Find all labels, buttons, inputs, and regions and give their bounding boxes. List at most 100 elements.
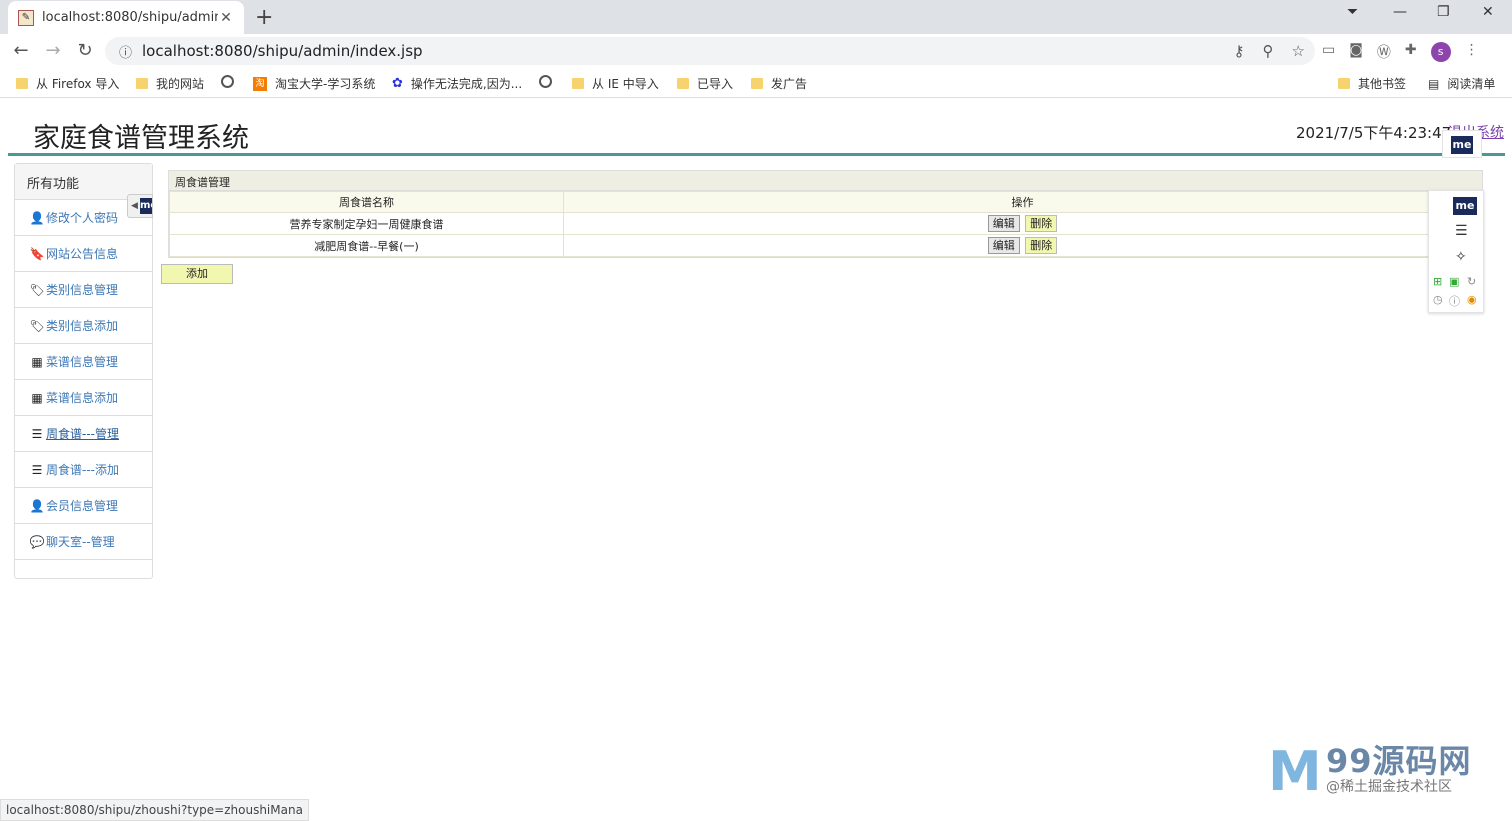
globe-icon <box>539 75 552 88</box>
clock-icon[interactable]: ◷ <box>1433 293 1443 306</box>
zoom-icon[interactable]: ⚲ <box>1263 42 1274 60</box>
bookmark-item[interactable]: 我的网站 <box>136 75 204 92</box>
column-header: 操作 <box>563 191 1482 213</box>
reload-icon[interactable]: ↻ <box>74 40 96 61</box>
bookmark-item[interactable]: 已导入 <box>677 75 733 92</box>
bookmark-item[interactable] <box>539 75 560 88</box>
folder-icon <box>572 78 584 89</box>
globe-icon <box>221 75 234 88</box>
alert-icon[interactable]: ⓘ <box>1449 293 1460 309</box>
me-extension-panel: me ☰ ✧ ⊞ ▣ ↻ ◷ ⓘ ◉ <box>1428 190 1484 313</box>
hamburger-menu-icon[interactable]: ☰ <box>1455 223 1468 239</box>
menu-kebab-icon[interactable]: ⋮ <box>1465 42 1479 62</box>
w-extension-icon[interactable]: Ⓦ <box>1377 42 1391 62</box>
recipe-name-cell: 减肥周食谱--早餐(一) <box>169 234 564 257</box>
column-header: 周食谱名称 <box>169 191 564 213</box>
comment-icon: 💬 <box>29 534 45 549</box>
folder-icon <box>1338 78 1350 89</box>
current-datetime: 2021/7/5下午4:23:47 <box>1296 124 1452 142</box>
sidebar: 所有功能 👤 修改个人密码 🔖 网站公告信息 🏷 类别信息管理 🏷 类别信息添加 ▦ 菜谱… <box>14 163 153 579</box>
delete-button[interactable]: 删除 <box>1025 215 1058 232</box>
new-tab-icon[interactable]: + <box>255 5 273 30</box>
tab-title: localhost:8080/shipu/admin/in <box>42 10 218 25</box>
add-button[interactable]: 添加 <box>161 264 233 284</box>
user-icon: 👤 <box>29 210 45 225</box>
eye-icon[interactable]: ◉ <box>1467 293 1477 306</box>
weekly-recipe-panel: 周食谱管理 周食谱名称 操作 营养专家制定孕妇一周健康食谱 编辑 删除 减肥周食… <box>168 170 1483 258</box>
sidebar-item-announcements[interactable]: 🔖 网站公告信息 <box>15 236 152 272</box>
reading-list[interactable]: ▤ 阅读清单 <box>1428 75 1495 92</box>
rss-icon[interactable]: ⊞ <box>1433 275 1442 288</box>
sidebar-item-weekly-add[interactable]: ☰ 周食谱---添加 <box>15 452 152 488</box>
watermark: M 99源码网 @稀土掘金技术社区 <box>1268 732 1498 803</box>
sidebar-item-weekly-manage[interactable]: ☰ 周食谱---管理 <box>15 416 152 452</box>
sidebar-item-chat-manage[interactable]: 💬 聊天室--管理 <box>15 524 152 560</box>
taobao-icon: 淘 <box>253 76 267 91</box>
bookmark-item[interactable]: 从 IE 中导入 <box>572 75 659 92</box>
camera-extension-icon[interactable]: ◙ <box>1349 42 1363 62</box>
status-bar-url: localhost:8080/shipu/zhoushi?type=zhoush… <box>0 799 309 821</box>
url-text[interactable]: localhost:8080/shipu/admin/index.jsp <box>142 42 423 60</box>
tags-icon: 🏷 <box>29 318 45 333</box>
grid-icon: ▦ <box>31 354 43 369</box>
back-icon[interactable]: ← <box>10 40 32 61</box>
sidebar-item-category-add[interactable]: 🏷 类别信息添加 <box>15 308 152 344</box>
table-row: 减肥周食谱--早餐(一) 编辑 删除 <box>169 234 1482 257</box>
bookmark-item[interactable]: ✿ 操作无法完成,因为... <box>392 75 522 92</box>
panel-title: 周食谱管理 <box>169 171 1482 191</box>
forward-icon[interactable]: → <box>42 40 64 61</box>
actions-cell: 编辑 删除 <box>563 212 1482 235</box>
header-divider <box>8 153 1505 156</box>
bookmark-item[interactable]: 淘淘宝大学-学习系统 <box>253 75 375 92</box>
refresh-icon[interactable]: ↻ <box>1467 275 1476 288</box>
collapse-arrow-icon: ◀ <box>131 201 138 211</box>
me-sidebar-toggle[interactable]: ◀ me <box>127 194 153 218</box>
restore-icon[interactable]: ❐ <box>1437 4 1450 20</box>
sidebar-item-category-manage[interactable]: 🏷 类别信息管理 <box>15 272 152 308</box>
sidebar-item-recipe-add[interactable]: ▦ 菜谱信息添加 <box>15 380 152 416</box>
screen-extension-icon[interactable]: ▭ <box>1322 42 1335 62</box>
me-logo-icon: me <box>1451 136 1473 154</box>
user-icon: 👤 <box>29 498 45 513</box>
sidebar-item-recipe-manage[interactable]: ▦ 菜谱信息管理 <box>15 344 152 380</box>
star-icon[interactable]: ☆ <box>1292 42 1305 60</box>
cast-icon[interactable]: ▣ <box>1449 275 1459 288</box>
folder-icon <box>751 78 763 89</box>
puzzle-extensions-icon[interactable]: ✚ <box>1405 42 1417 62</box>
bookmark-icon: 🔖 <box>29 246 45 261</box>
grid-icon: ▦ <box>31 390 43 405</box>
edit-button[interactable]: 编辑 <box>987 237 1020 254</box>
watermark-logo-icon: M <box>1268 740 1322 803</box>
bookmarks-bar: 从 Firefox 导入 我的网站 淘淘宝大学-学习系统 ✿ 操作无法完成,因为.… <box>0 68 1512 98</box>
list-icon: ☰ <box>31 426 43 441</box>
profile-avatar[interactable]: s <box>1430 42 1451 62</box>
me-extension-badge[interactable]: me <box>1442 130 1482 158</box>
page-content: 家庭食谱管理系统 2021/7/5下午4:23:47 退出系统 me 所有功能 … <box>0 100 1512 821</box>
actions-cell: 编辑 删除 <box>563 234 1482 257</box>
watermark-subtext: @稀土掘金技术社区 <box>1326 779 1452 795</box>
folder-icon <box>677 78 689 89</box>
sidebar-item-member-manage[interactable]: 👤 会员信息管理 <box>15 488 152 524</box>
bookmark-item[interactable]: 从 Firefox 导入 <box>16 75 119 92</box>
page-favicon-icon: ✎ <box>18 9 34 26</box>
tab-close-icon[interactable]: ✕ <box>218 10 234 26</box>
folder-icon <box>16 78 28 89</box>
address-bar[interactable]: ⓘ localhost:8080/shipu/admin/index.jsp ⚷… <box>105 37 1315 65</box>
reading-list-icon: ▤ <box>1428 76 1440 91</box>
tab-search-icon[interactable]: ⏷ <box>1347 4 1358 20</box>
baidu-paw-icon: ✿ <box>392 76 403 91</box>
bookmark-item[interactable]: 发广告 <box>751 75 807 92</box>
magic-wand-icon[interactable]: ✧ <box>1455 249 1467 265</box>
info-icon[interactable]: ⓘ <box>119 42 132 61</box>
key-icon[interactable]: ⚷ <box>1234 42 1245 60</box>
other-bookmarks[interactable]: 其他书签 <box>1338 75 1406 92</box>
me-logo-icon[interactable]: me <box>1453 197 1477 215</box>
edit-button[interactable]: 编辑 <box>987 215 1020 232</box>
recipe-name-cell: 营养专家制定孕妇一周健康食谱 <box>169 212 564 235</box>
browser-tab[interactable]: ✎ localhost:8080/shipu/admin/in ✕ <box>8 1 244 34</box>
bookmark-item[interactable] <box>221 75 242 88</box>
window-close-icon[interactable]: ✕ <box>1482 4 1494 20</box>
browser-toolbar: ← → ↻ ⓘ localhost:8080/shipu/admin/index… <box>0 34 1512 68</box>
minimize-icon[interactable]: — <box>1393 4 1407 20</box>
delete-button[interactable]: 删除 <box>1025 237 1058 254</box>
